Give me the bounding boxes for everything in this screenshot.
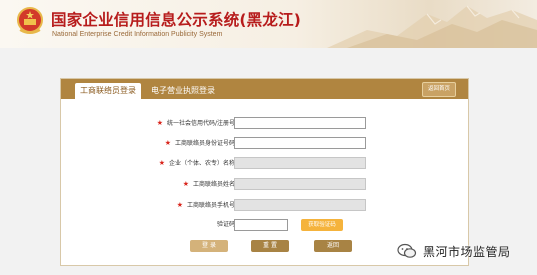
form-row-captcha: 验证码 获取验证码: [61, 219, 468, 231]
back-button[interactable]: 返回: [314, 240, 352, 252]
reset-button[interactable]: 重 置: [251, 240, 289, 252]
national-emblem-icon: [17, 7, 43, 34]
wechat-icon: [397, 243, 417, 258]
required-star-icon: ★: [158, 159, 165, 167]
login-panel: 工商联络员登录 电子营业执照登录 返回首页 ★ 统一社会信用代码/注册号 ★ 工商联…: [60, 78, 469, 266]
company-name-input: [234, 157, 366, 169]
id-number-input[interactable]: [234, 137, 366, 149]
required-star-icon: ★: [176, 201, 183, 209]
site-header: 国家企业信用信息公示系统(黑龙江) National Enterprise Cr…: [0, 0, 537, 48]
credit-code-input[interactable]: [234, 117, 366, 129]
liaison-phone-input: [234, 199, 366, 211]
watermark-text: 黑河市场监管局: [423, 244, 511, 259]
field-label: ★ 工商联络员身份证号码: [164, 139, 235, 147]
form-row-id-number: ★ 工商联络员身份证号码: [61, 137, 468, 149]
form-row-liaison-phone: ★ 工商联络员手机号: [61, 199, 468, 211]
form-row-credit-code: ★ 统一社会信用代码/注册号: [61, 117, 468, 129]
captcha-label: 验证码: [216, 221, 235, 228]
wechat-watermark: 黑河市场监管局: [397, 242, 511, 260]
form-row-liaison-name: ★ 工商联络员姓名: [61, 178, 468, 190]
required-star-icon: ★: [156, 119, 163, 127]
field-label: ★ 企业（个体、农专）名称: [158, 159, 235, 167]
mountain-decoration: [327, 5, 537, 48]
tab-liaison-login[interactable]: 工商联络员登录: [75, 83, 141, 99]
field-label: ★ 工商联络员姓名: [182, 180, 235, 188]
site-subtitle: National Enterprise Credit Information P…: [52, 31, 223, 38]
field-label: ★ 工商联络员手机号: [176, 201, 235, 209]
tab-e-license-login[interactable]: 电子营业执照登录: [151, 83, 215, 99]
back-home-button[interactable]: 返回首页: [422, 82, 456, 97]
required-star-icon: ★: [164, 139, 171, 147]
login-button[interactable]: 登 录: [190, 240, 228, 252]
get-captcha-button[interactable]: 获取验证码: [301, 219, 343, 231]
form-row-company-name: ★ 企业（个体、农专）名称: [61, 157, 468, 169]
captcha-input[interactable]: [234, 219, 288, 231]
site-title: 国家企业信用信息公示系统(黑龙江): [51, 11, 302, 29]
required-star-icon: ★: [182, 180, 189, 188]
liaison-name-input: [234, 178, 366, 190]
field-label: ★ 统一社会信用代码/注册号: [156, 119, 235, 127]
panel-header: 工商联络员登录 电子营业执照登录 返回首页: [61, 79, 468, 99]
